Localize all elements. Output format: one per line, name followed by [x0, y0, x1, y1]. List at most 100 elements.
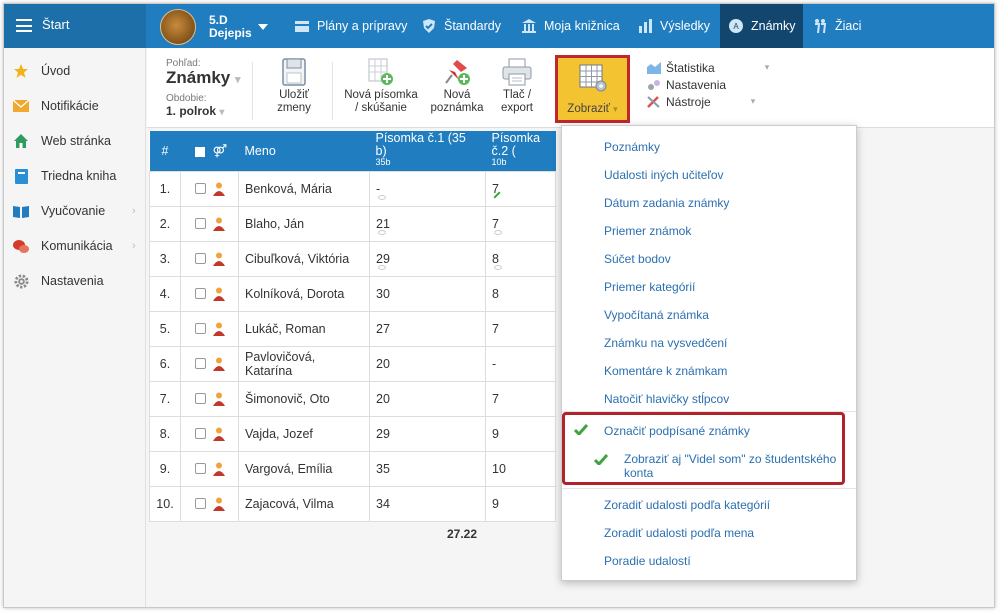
menu-item[interactable]: Súčet bodov	[604, 252, 671, 266]
menu-item[interactable]: Komentáre k známkam	[604, 364, 727, 378]
grade-cell[interactable]: 35	[369, 450, 486, 487]
star-icon	[13, 63, 29, 79]
grade-cell[interactable]: 7	[485, 205, 556, 242]
select-all-checkbox[interactable]	[194, 146, 205, 157]
nav-plans[interactable]: Plány a prípravy	[294, 4, 407, 48]
row-checkbox[interactable]	[195, 428, 206, 440]
grade-cell[interactable]: -	[485, 345, 556, 382]
nav-grades[interactable]: A Známky	[720, 4, 803, 48]
sidebar-item-web[interactable]: Web stránka	[4, 126, 146, 156]
student-name[interactable]: Vargová, Emília	[238, 450, 370, 487]
student-name[interactable]: Vajda, Jozef	[238, 415, 370, 452]
menu-item-sort[interactable]: Poradie udalostí	[604, 554, 691, 568]
student-name[interactable]: Kolníková, Dorota	[238, 275, 370, 312]
menu-item[interactable]: Dátum zadania známky	[604, 196, 729, 210]
student-name[interactable]: Cibuľková, Viktória	[238, 240, 370, 277]
grade-cell[interactable]: 27	[369, 310, 486, 347]
sidebar-item-triedna-kniha[interactable]: Triedna kniha	[4, 161, 146, 191]
nav-standards[interactable]: Štandardy	[421, 4, 501, 48]
show-button[interactable]: Zobraziť ▾	[555, 55, 630, 123]
menu-item[interactable]: Natočiť hlavičky stĺpcov	[604, 392, 729, 406]
row-checkbox[interactable]	[195, 358, 206, 370]
grade-cell[interactable]: 30	[369, 275, 486, 312]
grade-cell[interactable]: 8	[485, 240, 556, 277]
grid-settings-icon	[579, 64, 607, 92]
col-name[interactable]: Meno	[238, 131, 370, 171]
grade-cell[interactable]: 29	[369, 240, 486, 277]
row-select	[180, 450, 239, 487]
menu-item[interactable]: Poznámky	[604, 140, 660, 154]
start-button[interactable]: Štart	[4, 4, 146, 48]
view-selector[interactable]: Pohľad: Známky ▾ Obdobie: 1. polrok ▾	[166, 58, 241, 118]
student-name[interactable]: Šimonovič, Oto	[238, 380, 370, 417]
settings-button[interactable]: Nastavenia	[647, 76, 769, 93]
row-checkbox[interactable]	[195, 498, 206, 510]
student-name[interactable]: Pavlovičová, Katarína	[238, 345, 370, 382]
nav-library[interactable]: Moja knižnica	[521, 4, 620, 48]
sidebar: Úvod Notifikácie Web stránka Triedna kni…	[4, 48, 146, 607]
menu-item-sort[interactable]: Zoradiť udalosti podľa mena	[604, 526, 754, 540]
grade-cell[interactable]: -	[369, 170, 486, 207]
grade-value: 29	[376, 251, 390, 266]
grade-cell[interactable]: 8	[485, 275, 556, 312]
grade-cell[interactable]: 20	[369, 380, 486, 417]
grade-cell[interactable]: 9	[485, 485, 556, 522]
menu-item[interactable]: Vypočítaná známka	[604, 308, 709, 322]
student-name[interactable]: Blaho, Ján	[238, 205, 370, 242]
tools-button[interactable]: Nástroje ▾	[647, 93, 769, 110]
menu-item[interactable]: Známku na vysvedčení	[604, 336, 727, 350]
row-select	[180, 170, 239, 207]
grade-cell[interactable]: 7	[485, 310, 556, 347]
grade-cell[interactable]: 29	[369, 415, 486, 452]
menu-item[interactable]: Priemer známok	[604, 224, 691, 238]
grade-cell[interactable]: 34	[369, 485, 486, 522]
grade-cell[interactable]: 20	[369, 345, 486, 382]
student-name[interactable]: Zajacová, Vilma	[238, 485, 370, 522]
row-checkbox[interactable]	[195, 218, 206, 230]
row-checkbox[interactable]	[195, 393, 206, 405]
sidebar-item-vyucovanie[interactable]: Vyučovanie ›	[4, 196, 146, 226]
sidebar-item-notifikacie[interactable]: Notifikácie	[4, 91, 146, 121]
col-test-1-points: 35b	[375, 157, 391, 168]
grade-cell[interactable]: 10	[485, 450, 556, 487]
col-test-1[interactable]: Písomka č.1 (35 b) 35b	[369, 131, 486, 171]
sidebar-item-uvod[interactable]: Úvod	[4, 56, 146, 86]
menu-item-sort[interactable]: Zoradiť udalosti podľa kategórií	[604, 498, 770, 512]
grade-value: 35	[376, 461, 390, 476]
side-options: Štatistika ▾ Nastavenia Nástroje ▾	[647, 59, 769, 110]
nav-results-label: Výsledky	[660, 19, 711, 33]
menu-item-show-seen[interactable]: Zobraziť aj "Videl som" zo študentského …	[624, 452, 836, 480]
row-checkbox[interactable]	[195, 323, 206, 335]
print-export-button[interactable]: Tlač / export	[492, 58, 542, 115]
table-row: 3. Cibuľková, Viktória 29 8	[149, 240, 556, 277]
student-name[interactable]: Benková, Mária	[238, 170, 370, 207]
menu-item-mark-signed[interactable]: Označiť podpísané známky	[604, 424, 750, 438]
col-test-2[interactable]: Písomka č.2 (10b	[485, 131, 556, 171]
row-number: 2.	[149, 205, 181, 242]
nav-students[interactable]: Žiaci	[812, 4, 861, 48]
menu-item[interactable]: Udalosti iných učiteľov	[604, 168, 724, 182]
save-button[interactable]: Uložiť zmeny	[269, 58, 319, 115]
new-note-button[interactable]: Nová poznámka	[427, 58, 487, 115]
new-test-button[interactable]: Nová písomka / skúšanie	[339, 58, 423, 115]
row-checkbox[interactable]	[195, 183, 206, 195]
student-name[interactable]: Lukáč, Roman	[238, 310, 370, 347]
class-selector[interactable]: 5.D Dejepis	[159, 8, 275, 46]
grades-table: # ⚤ Meno Písomka č.1 (35 b) 35b Písomka č…	[149, 131, 556, 522]
row-checkbox[interactable]	[195, 253, 206, 265]
grade-cell[interactable]: 21	[369, 205, 486, 242]
period-label: Obdobie:	[166, 93, 207, 104]
sidebar-item-komunikacia[interactable]: Komunikácia ›	[4, 231, 146, 261]
grade-cell[interactable]: 7	[485, 170, 556, 207]
grade-cell[interactable]: 7	[485, 380, 556, 417]
grade-cell[interactable]: 9	[485, 415, 556, 452]
sidebar-item-label: Vyučovanie	[41, 204, 106, 218]
period-value[interactable]: 1. polrok	[166, 104, 216, 118]
sidebar-item-nastavenia[interactable]: Nastavenia	[4, 266, 146, 296]
row-checkbox[interactable]	[195, 463, 206, 475]
statistics-button[interactable]: Štatistika ▾	[647, 59, 769, 76]
nav-results[interactable]: Výsledky	[637, 4, 710, 48]
row-checkbox[interactable]	[195, 288, 206, 300]
person-icon	[213, 182, 225, 196]
menu-item[interactable]: Priemer kategórií	[604, 280, 695, 294]
